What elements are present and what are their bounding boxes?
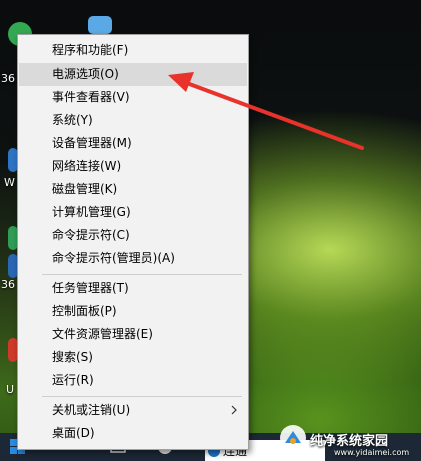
watermark-logo-icon [280,425,306,451]
annotation-arrow-icon [168,72,364,150]
watermark-title: 纯净系统家园 [310,434,389,449]
watermark-url: www.yidaimei.com [334,448,410,457]
